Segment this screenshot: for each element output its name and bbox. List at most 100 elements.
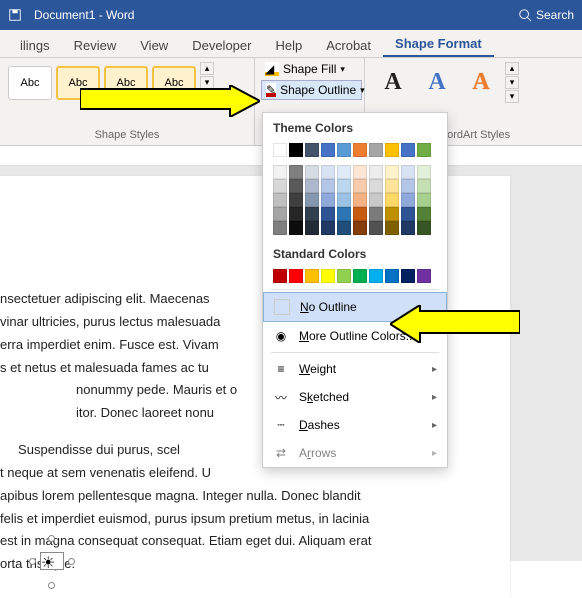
color-swatch[interactable]	[401, 221, 415, 235]
color-swatch[interactable]	[369, 179, 383, 193]
color-swatch[interactable]	[337, 193, 351, 207]
color-swatch[interactable]	[289, 269, 303, 283]
color-swatch[interactable]	[369, 207, 383, 221]
color-swatch[interactable]	[321, 143, 335, 157]
color-swatch[interactable]	[321, 165, 335, 179]
color-swatch[interactable]	[321, 269, 335, 283]
shape-style-3[interactable]: Abc	[104, 66, 148, 100]
tab-view[interactable]: View	[128, 34, 180, 57]
color-swatch[interactable]	[289, 165, 303, 179]
color-swatch[interactable]	[401, 207, 415, 221]
tab-mailings[interactable]: ilings	[8, 34, 62, 57]
search-box[interactable]: Search	[518, 8, 574, 22]
color-swatch[interactable]	[369, 221, 383, 235]
color-swatch[interactable]	[369, 269, 383, 283]
color-swatch[interactable]	[273, 207, 287, 221]
color-swatch[interactable]	[321, 179, 335, 193]
color-swatch[interactable]	[353, 143, 367, 157]
color-swatch[interactable]	[337, 143, 351, 157]
color-swatch[interactable]	[321, 193, 335, 207]
tab-developer[interactable]: Developer	[180, 34, 263, 57]
arrows-item[interactable]: ⇄ Arrows ▸	[263, 439, 447, 467]
color-swatch[interactable]	[385, 193, 399, 207]
sketched-item[interactable]: 〰 Sketched ▸	[263, 383, 447, 411]
gallery-down-icon[interactable]: ▾	[200, 76, 214, 89]
color-swatch[interactable]	[337, 165, 351, 179]
color-swatch[interactable]	[321, 207, 335, 221]
color-swatch[interactable]	[305, 179, 319, 193]
color-swatch[interactable]	[417, 179, 431, 193]
gallery-down-icon[interactable]: ▾	[505, 76, 519, 89]
color-swatch[interactable]	[273, 193, 287, 207]
shape-outline-button[interactable]: ✎ Shape Outline ▾	[261, 80, 362, 100]
selected-shape[interactable]: ☀	[32, 538, 72, 586]
color-swatch[interactable]	[353, 165, 367, 179]
color-swatch[interactable]	[305, 143, 319, 157]
color-swatch[interactable]	[401, 165, 415, 179]
color-swatch[interactable]	[417, 143, 431, 157]
color-swatch[interactable]	[305, 165, 319, 179]
color-swatch[interactable]	[305, 221, 319, 235]
shape-style-4[interactable]: Abc	[152, 66, 196, 100]
color-swatch[interactable]	[353, 221, 367, 235]
color-swatch[interactable]	[337, 221, 351, 235]
color-swatch[interactable]	[385, 165, 399, 179]
color-swatch[interactable]	[289, 221, 303, 235]
wordart-style-1[interactable]: A	[373, 66, 413, 100]
color-swatch[interactable]	[273, 269, 287, 283]
more-colors-item[interactable]: ◉ More Outline Colors...	[263, 322, 447, 350]
no-outline-item[interactable]: No Outline	[263, 292, 447, 322]
shape-style-1[interactable]: Abc	[8, 66, 52, 100]
shape-fill-button[interactable]: ◢ Shape Fill ▾	[261, 60, 362, 78]
save-icon[interactable]	[8, 8, 22, 22]
color-swatch[interactable]	[417, 207, 431, 221]
color-swatch[interactable]	[353, 269, 367, 283]
color-swatch[interactable]	[289, 143, 303, 157]
color-swatch[interactable]	[385, 179, 399, 193]
color-swatch[interactable]	[321, 221, 335, 235]
color-swatch[interactable]	[385, 143, 399, 157]
gallery-more-icon[interactable]: ▾	[505, 90, 519, 103]
tab-help[interactable]: Help	[263, 34, 314, 57]
color-swatch[interactable]	[353, 193, 367, 207]
color-swatch[interactable]	[337, 179, 351, 193]
color-swatch[interactable]	[417, 193, 431, 207]
color-swatch[interactable]	[417, 165, 431, 179]
color-swatch[interactable]	[401, 179, 415, 193]
color-swatch[interactable]	[385, 221, 399, 235]
weight-item[interactable]: ≡ Weight ▸	[263, 355, 447, 383]
gallery-up-icon[interactable]: ▴	[200, 62, 214, 75]
color-swatch[interactable]	[353, 179, 367, 193]
wordart-style-2[interactable]: A	[417, 66, 457, 100]
color-swatch[interactable]	[305, 207, 319, 221]
tab-review[interactable]: Review	[62, 34, 129, 57]
shape-style-2[interactable]: Abc	[56, 66, 100, 100]
color-swatch[interactable]	[401, 269, 415, 283]
dashes-item[interactable]: ┄ Dashes ▸	[263, 411, 447, 439]
color-swatch[interactable]	[401, 143, 415, 157]
color-swatch[interactable]	[305, 193, 319, 207]
color-swatch[interactable]	[417, 269, 431, 283]
color-swatch[interactable]	[305, 269, 319, 283]
color-swatch[interactable]	[273, 165, 287, 179]
gallery-up-icon[interactable]: ▴	[505, 62, 519, 75]
color-swatch[interactable]	[369, 165, 383, 179]
color-swatch[interactable]	[369, 193, 383, 207]
tab-shape-format[interactable]: Shape Format	[383, 32, 494, 57]
color-swatch[interactable]	[417, 221, 431, 235]
tab-acrobat[interactable]: Acrobat	[314, 34, 383, 57]
gallery-more-icon[interactable]: ▾	[200, 90, 214, 103]
color-swatch[interactable]	[289, 193, 303, 207]
color-swatch[interactable]	[337, 207, 351, 221]
color-swatch[interactable]	[385, 207, 399, 221]
color-swatch[interactable]	[353, 207, 367, 221]
color-swatch[interactable]	[273, 179, 287, 193]
color-swatch[interactable]	[273, 143, 287, 157]
color-swatch[interactable]	[337, 269, 351, 283]
wordart-style-3[interactable]: A	[461, 66, 501, 100]
color-swatch[interactable]	[289, 207, 303, 221]
color-swatch[interactable]	[385, 269, 399, 283]
color-swatch[interactable]	[273, 221, 287, 235]
color-swatch[interactable]	[369, 143, 383, 157]
color-swatch[interactable]	[289, 179, 303, 193]
